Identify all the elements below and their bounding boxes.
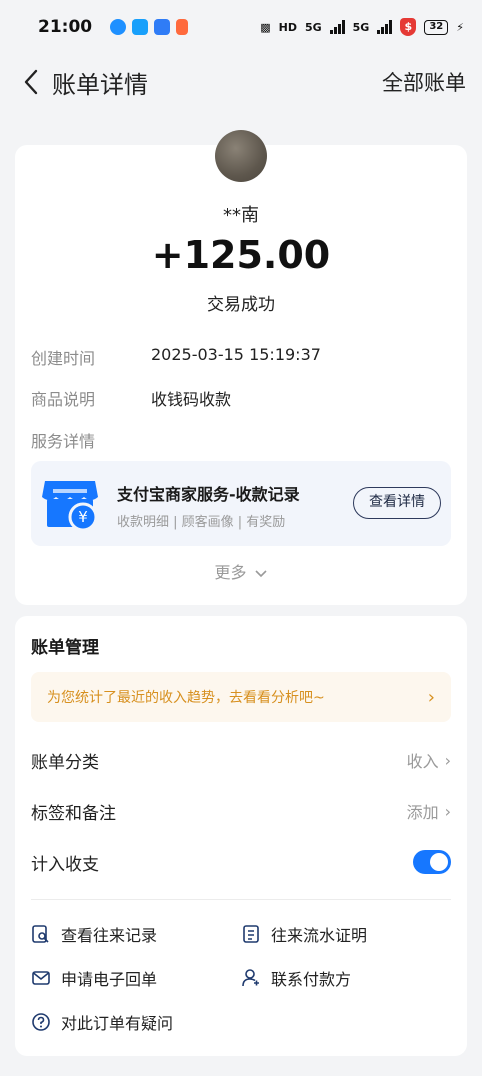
network-5g-label-2: 5G	[352, 20, 370, 34]
notification-icons	[110, 19, 189, 35]
info-row-description: 商品说明 收钱码收款	[31, 386, 231, 410]
status-indicators: ▩ HD 5G 5G $ 32 ⚡	[260, 18, 464, 36]
hd-icon: HD	[278, 20, 297, 34]
message-app-icon	[154, 19, 171, 35]
chevron-down-icon	[254, 569, 267, 577]
order-question-link[interactable]: 对此订单有疑问	[31, 1010, 173, 1034]
e-receipt-link[interactable]: 申请电子回单	[31, 966, 157, 990]
link-label: 查看往来记录	[61, 926, 158, 945]
service-title: 支付宝商家服务-收款记录	[117, 485, 300, 504]
payer-name: **南	[223, 205, 259, 226]
link-label: 往来流水证明	[271, 926, 368, 945]
signal-icon	[329, 20, 345, 34]
transaction-amount: +125.00	[151, 233, 331, 277]
battery-level: 32	[424, 19, 449, 35]
qq-icon	[110, 19, 127, 35]
bill-management-card: 账单管理 为您统计了最近的收入趋势，去看看分析吧~ › 账单分类 收入 › 标签和…	[15, 616, 467, 1056]
chat-app-icon	[132, 19, 149, 35]
info-row-service: 服务详情	[31, 428, 151, 452]
row-label: 计入收支	[31, 854, 99, 875]
row-value: 收入	[406, 752, 439, 771]
back-arrow-icon[interactable]	[16, 67, 46, 97]
row-value: 添加	[406, 803, 439, 822]
statement-proof-link[interactable]: 往来流水证明	[241, 922, 367, 946]
page-title: 账单详情	[52, 70, 148, 99]
section-title: 账单管理	[31, 638, 99, 658]
shopping-app-icon	[176, 19, 189, 35]
all-bills-link[interactable]: 全部账单	[382, 67, 466, 97]
contact-user-icon	[242, 969, 259, 987]
search-record-icon	[32, 925, 49, 943]
link-label: 联系付款方	[271, 970, 352, 989]
nav-bar: 账单详情 全部账单	[0, 54, 482, 110]
include-toggle[interactable]	[413, 850, 451, 874]
link-label: 对此订单有疑问	[61, 1014, 174, 1033]
security-shield-icon: $	[400, 18, 417, 36]
view-details-button[interactable]: 查看详情	[353, 487, 441, 519]
row-include-in-stats: 计入收支	[31, 847, 451, 877]
view-records-link[interactable]: 查看往来记录	[31, 922, 157, 946]
more-link[interactable]: 更多	[15, 559, 467, 583]
question-icon	[32, 1013, 50, 1031]
chevron-right-icon: ›	[427, 686, 435, 708]
row-label: 账单分类	[31, 752, 99, 773]
income-analysis-banner[interactable]: 为您统计了最近的收入趋势，去看看分析吧~ ›	[31, 672, 451, 722]
chevron-right-icon: ›	[444, 801, 451, 821]
info-value: 收钱码收款	[151, 390, 232, 409]
status-time: 21:00	[38, 17, 93, 37]
info-row-created-time: 创建时间 2025-03-15 15:19:37	[31, 345, 321, 369]
service-subtitle: 收款明细 | 顾客画像 | 有奖励	[117, 515, 286, 530]
contact-payer-link[interactable]: 联系付款方	[241, 966, 351, 990]
row-bill-category[interactable]: 账单分类 收入 ›	[31, 745, 451, 775]
info-value: 2025-03-15 15:19:37	[151, 345, 321, 364]
mail-icon	[32, 971, 50, 985]
chevron-right-icon: ›	[444, 750, 451, 770]
link-label: 申请电子回单	[61, 970, 158, 989]
shop-icon: ¥	[42, 481, 98, 532]
svg-text:¥: ¥	[78, 508, 88, 526]
network-5g-label: 5G	[304, 20, 322, 34]
transaction-card: **南 +125.00 交易成功 创建时间 2025-03-15 15:19:3…	[15, 130, 467, 605]
info-label: 商品说明	[31, 390, 96, 409]
payer-avatar	[215, 130, 267, 182]
banner-text: 为您统计了最近的收入趋势，去看看分析吧~	[47, 690, 325, 706]
signal-icon-2	[377, 20, 393, 34]
row-label: 标签和备注	[31, 803, 116, 824]
nfc-icon: ▩	[260, 20, 271, 34]
status-bar: 21:00 ▩ HD 5G 5G $ 32 ⚡	[0, 0, 482, 54]
info-label: 服务详情	[31, 432, 96, 451]
charging-icon: ⚡	[456, 20, 464, 34]
document-icon	[243, 925, 259, 943]
row-tags-notes[interactable]: 标签和备注 添加 ›	[31, 796, 451, 826]
divider	[31, 899, 451, 900]
info-label: 创建时间	[31, 349, 96, 368]
merchant-service-card[interactable]: ¥ 支付宝商家服务-收款记录 收款明细 | 顾客画像 | 有奖励 查看详情	[31, 461, 451, 546]
transaction-status: 交易成功	[207, 295, 275, 315]
more-label: 更多	[214, 563, 247, 582]
